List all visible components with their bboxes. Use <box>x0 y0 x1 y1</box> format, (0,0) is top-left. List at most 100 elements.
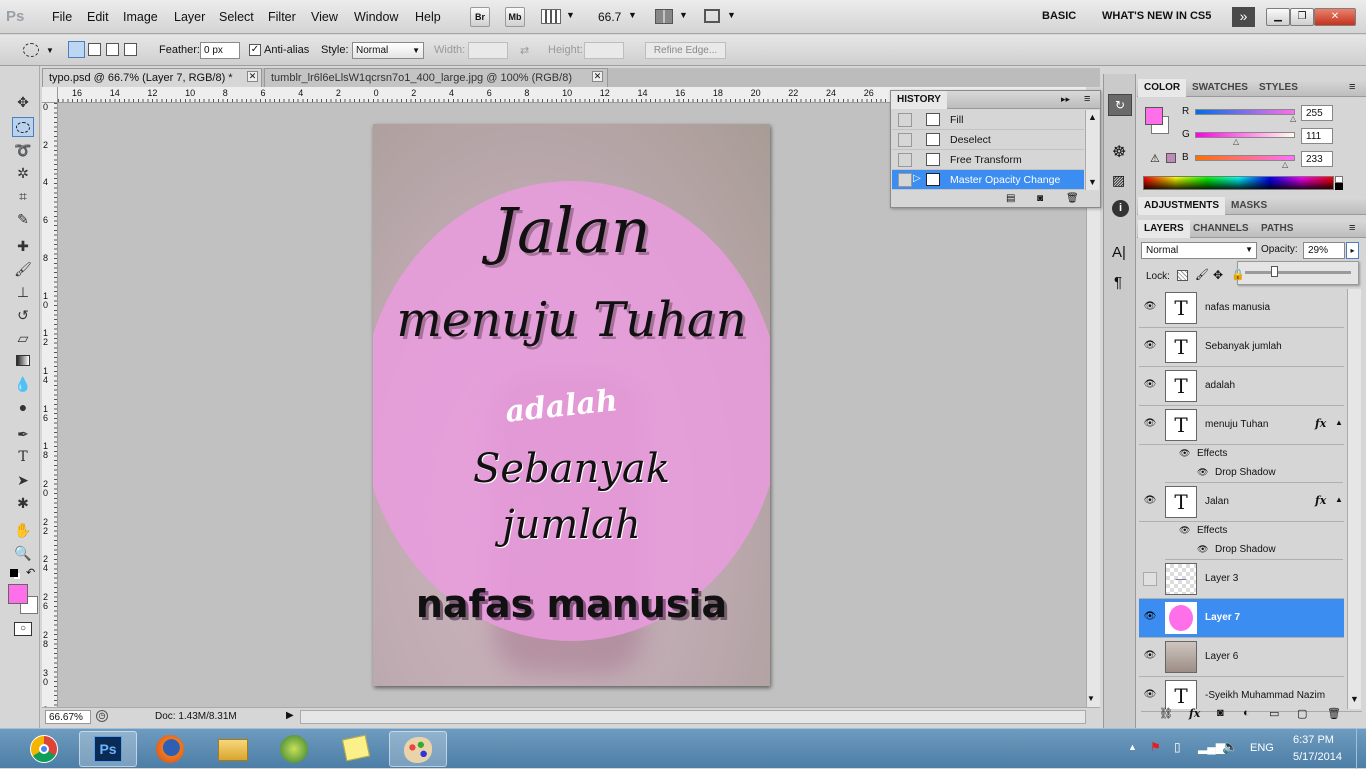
out-of-gamut-warning-icon[interactable]: ⚠ <box>1150 152 1160 165</box>
subtract-selection-icon[interactable] <box>106 43 119 56</box>
b-input[interactable]: 233 <box>1301 151 1333 167</box>
lock-pixels-icon[interactable]: 🖌 <box>1195 268 1209 281</box>
opacity-slider-track[interactable] <box>1245 271 1351 274</box>
menu-layer[interactable]: Layer <box>174 10 205 24</box>
menu-help[interactable]: Help <box>415 10 441 24</box>
action-center-icon[interactable]: ⚑ <box>1150 740 1161 754</box>
clock-time[interactable]: 6:37 PM <box>1293 734 1334 746</box>
layer-row-selected[interactable]: 👁 Layer 7 <box>1139 599 1344 638</box>
show-desktop-button[interactable] <box>1356 729 1366 769</box>
volume-icon[interactable]: 🔈 <box>1222 739 1238 755</box>
expand-effects-icon[interactable]: ▲ <box>1335 418 1343 427</box>
close-button[interactable]: ✕ <box>1314 8 1356 26</box>
visibility-eye-icon[interactable]: 👁 <box>1197 467 1208 478</box>
visibility-eye-icon[interactable]: 👁 <box>1197 544 1208 555</box>
add-selection-icon[interactable] <box>88 43 101 56</box>
sticky-notes-taskbar-button[interactable] <box>328 731 386 767</box>
gamut-swatch[interactable] <box>1166 153 1176 163</box>
fx-icon[interactable]: fx <box>1315 494 1326 507</box>
photoshop-taskbar-button[interactable]: Ps <box>79 731 137 767</box>
layer-row[interactable]: 👁 Layer 6 <box>1139 638 1344 677</box>
tab-adjustments[interactable]: ADJUSTMENTS <box>1138 197 1226 215</box>
status-info-icon[interactable]: ◷ <box>96 710 108 722</box>
paint-brush-taskbar-button[interactable] <box>389 731 447 767</box>
close-tab-icon[interactable]: ✕ <box>247 71 258 82</box>
blur-tool-icon[interactable]: 💧 <box>12 374 34 394</box>
brush-tool-icon[interactable]: 🖌 <box>12 259 34 279</box>
antialias-checkbox[interactable]: ✓ <box>249 44 261 56</box>
history-panel-icon[interactable]: ↻ <box>1108 94 1132 116</box>
menu-view[interactable]: View <box>311 10 338 24</box>
healing-brush-icon[interactable]: ✚ <box>12 236 34 256</box>
paint-taskbar-button[interactable] <box>266 731 324 767</box>
visibility-eye-icon[interactable]: 👁 <box>1143 340 1157 354</box>
history-snapshot-box[interactable] <box>898 153 912 167</box>
add-style-icon[interactable]: fx <box>1189 707 1200 720</box>
panel-menu-icon[interactable]: ≡ <box>1349 222 1355 234</box>
delete-state-icon[interactable]: 🗑 <box>1066 193 1079 204</box>
minimize-button[interactable]: ▁ <box>1266 8 1290 26</box>
menu-file[interactable]: File <box>52 10 72 24</box>
visibility-eye-icon[interactable]: 👁 <box>1179 525 1190 536</box>
arrange-documents-icon[interactable] <box>655 9 673 24</box>
network-signal-icon[interactable]: ▂▄▆ <box>1198 740 1225 754</box>
g-input[interactable]: 111 <box>1301 128 1333 144</box>
layers-scrollbar[interactable] <box>1347 289 1361 709</box>
layer-row[interactable]: 👁 T menuju Tuhan fx ▲ <box>1139 406 1344 445</box>
black-swatch[interactable] <box>1335 183 1343 190</box>
dodge-tool-icon[interactable]: ● <box>12 397 34 417</box>
visibility-eye-icon[interactable]: 👁 <box>1143 495 1157 509</box>
new-layer-icon[interactable]: ▢ <box>1297 707 1307 720</box>
close-tab-icon[interactable]: ✕ <box>592 71 603 82</box>
language-indicator[interactable]: ENG <box>1250 742 1274 754</box>
firefox-taskbar-button[interactable] <box>142 731 200 767</box>
default-colors-icon[interactable] <box>10 569 18 577</box>
visibility-box-hidden[interactable] <box>1143 572 1157 586</box>
bridge-button[interactable]: Br <box>470 7 490 27</box>
lock-position-icon[interactable]: ✥ <box>1213 268 1223 282</box>
character-panel-icon[interactable]: A| <box>1112 244 1126 261</box>
r-slider[interactable] <box>1195 109 1295 115</box>
color-ramp[interactable] <box>1143 176 1334 190</box>
ruler-origin[interactable] <box>42 87 58 103</box>
tab-layers[interactable]: LAYERS <box>1138 220 1190 238</box>
clone-stamp-icon[interactable]: ⊥ <box>12 282 34 302</box>
opacity-slider-thumb[interactable] <box>1271 266 1278 277</box>
screen-mode-icon[interactable] <box>704 9 720 23</box>
new-group-icon[interactable]: ▭ <box>1269 707 1279 720</box>
menu-filter[interactable]: Filter <box>268 10 296 24</box>
add-mask-icon[interactable]: ◙ <box>1217 707 1224 719</box>
visibility-eye-icon[interactable]: 👁 <box>1143 379 1157 393</box>
pen-tool-icon[interactable]: ✒ <box>12 424 34 444</box>
histogram-icon[interactable]: ▨ <box>1112 172 1125 189</box>
layer-row[interactable]: 👁 T Jalan fx ▲ <box>1139 483 1344 522</box>
visibility-eye-icon[interactable]: 👁 <box>1143 418 1157 432</box>
intersect-selection-icon[interactable] <box>124 43 137 56</box>
white-swatch[interactable] <box>1335 176 1343 183</box>
tab-masks[interactable]: MASKS <box>1225 197 1273 215</box>
opacity-input[interactable]: 29% <box>1303 242 1345 259</box>
path-selection-icon[interactable]: ➤ <box>12 470 34 490</box>
chrome-taskbar-button[interactable] <box>16 731 74 767</box>
color-foreground-swatch[interactable] <box>1145 107 1163 125</box>
tab-typo-psd[interactable]: typo.psd @ 66.7% (Layer 7, RGB/8) * <box>42 68 262 87</box>
info-icon[interactable]: i <box>1112 200 1129 217</box>
scroll-down-icon[interactable]: ▼ <box>1087 694 1095 703</box>
history-item[interactable]: Deselect <box>892 130 1084 150</box>
effects-row[interactable]: 👁 Effects <box>1165 445 1343 464</box>
tab-channels[interactable]: CHANNELS <box>1187 220 1255 238</box>
horizontal-scrollbar[interactable] <box>300 710 1086 724</box>
lock-all-icon[interactable]: 🔒 <box>1231 268 1245 281</box>
opacity-slider-toggle-icon[interactable]: ▸ <box>1346 242 1359 259</box>
mini-bridge-button[interactable]: Mb <box>505 7 525 27</box>
move-tool-icon[interactable]: ✥ <box>12 92 34 112</box>
visibility-eye-icon[interactable]: 👁 <box>1143 689 1157 703</box>
more-workspaces-icon[interactable]: » <box>1232 7 1255 27</box>
quick-mask-icon[interactable]: ○ <box>14 622 32 636</box>
scroll-up-icon[interactable]: ▲ <box>1088 112 1097 122</box>
fx-icon[interactable]: fx <box>1315 417 1326 430</box>
new-snapshot-icon[interactable]: ◙ <box>1037 193 1043 204</box>
delete-layer-icon[interactable]: 🗑 <box>1327 707 1341 720</box>
tab-color[interactable]: COLOR <box>1138 79 1187 97</box>
history-item[interactable]: Fill <box>892 110 1084 130</box>
